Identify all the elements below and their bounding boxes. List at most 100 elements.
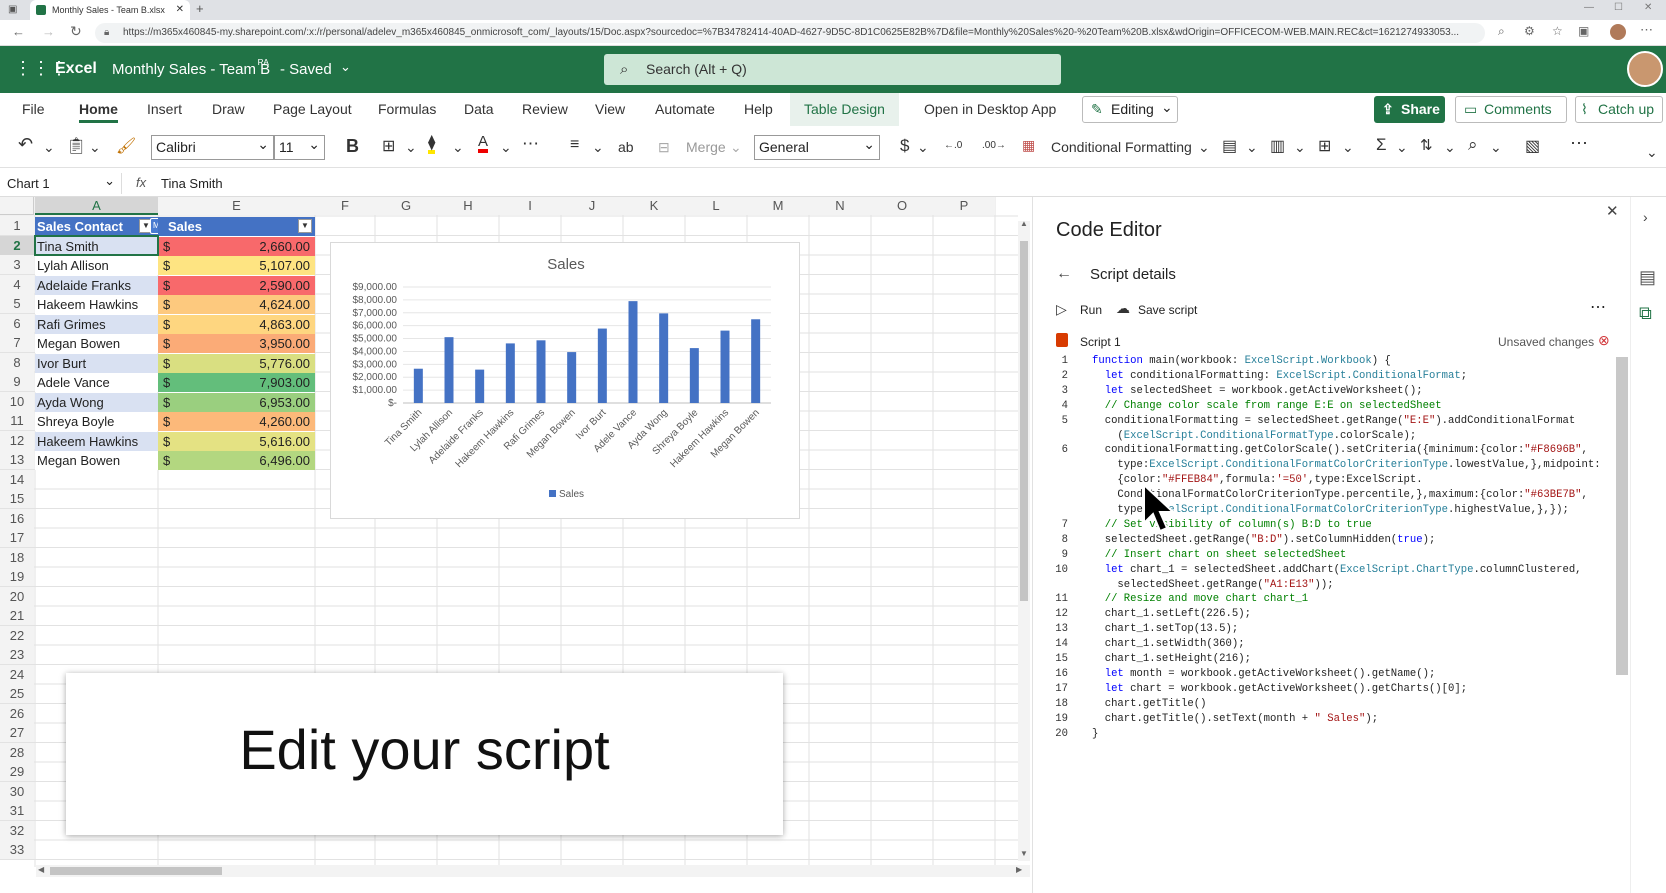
code-editor-icon[interactable]: ⧉ — [1639, 303, 1652, 324]
horizontal-scroll-thumb[interactable] — [50, 867, 222, 875]
title-chevron-down-icon[interactable]: ⌄ — [340, 59, 351, 75]
row-header-2[interactable]: 2 — [0, 235, 34, 255]
column-header-m[interactable]: M — [747, 197, 809, 215]
sort-chevron-down-icon[interactable]: ⌄ — [1444, 139, 1456, 156]
column-header-h[interactable]: H — [437, 197, 499, 215]
row-header-17[interactable]: 17 — [0, 528, 34, 547]
row-header-28[interactable]: 28 — [0, 742, 34, 762]
cell-sales-value[interactable]: $7,903.00 — [158, 373, 315, 392]
code-line[interactable]: let selectedSheet = workbook.getActiveWo… — [1092, 385, 1423, 397]
row-header-23[interactable]: 23 — [0, 645, 34, 664]
cell-sales-contact[interactable]: Shreya Boyle — [35, 412, 158, 431]
profile-avatar[interactable] — [1610, 24, 1626, 40]
extensions-icon[interactable]: ⚙ — [1524, 24, 1535, 38]
undo-chevron-down-icon[interactable]: ⌄ — [43, 139, 55, 156]
code-line[interactable]: chart_1.setTop(13.5); — [1092, 623, 1239, 635]
scroll-left-icon[interactable]: ◀ — [38, 865, 44, 874]
row-header-27[interactable]: 27 — [0, 723, 34, 742]
back-arrow-icon[interactable]: ← — [1056, 265, 1072, 283]
autosum-chevron-down-icon[interactable]: ⌄ — [1396, 139, 1408, 156]
close-tab-icon[interactable]: ✕ — [176, 0, 184, 20]
conditional-formatting-chevron-down-icon[interactable]: ⌄ — [1198, 139, 1210, 156]
row-header-22[interactable]: 22 — [0, 625, 34, 645]
cell-sales-contact[interactable]: Adelaide Franks — [35, 275, 158, 295]
code-area[interactable]: 1 function main(workbook: ExcelScript.Wor… — [1040, 355, 1620, 765]
undo-icon[interactable]: ↶ — [18, 134, 33, 155]
catch-up-button[interactable]: ⌇ Catch up — [1575, 96, 1663, 123]
more-options-icon[interactable]: ⋯ — [1570, 133, 1588, 154]
discard-changes-icon[interactable]: ⊗ — [1598, 332, 1610, 349]
column-header-a[interactable]: A — [35, 197, 158, 215]
header-cell-sales[interactable]: Sales — [158, 217, 315, 236]
name-box[interactable]: Chart 1 ⌄ — [4, 173, 122, 194]
row-header-7[interactable]: 7 — [0, 333, 34, 352]
paste-chevron-down-icon[interactable]: ⌄ — [89, 139, 101, 156]
reload-icon[interactable]: ↻ — [70, 23, 82, 40]
browser-menu-icon[interactable]: ⋯ — [1640, 22, 1653, 38]
row-header-31[interactable]: 31 — [0, 801, 34, 820]
font-color-icon[interactable]: A — [478, 134, 489, 153]
row-header-13[interactable]: 13 — [0, 450, 34, 469]
sales-chart[interactable]: Sales $9,000.00 $8,000.00 $7,000.00 $6,000.… — [330, 242, 800, 519]
scroll-right-icon[interactable]: ▶ — [1016, 865, 1022, 874]
code-line[interactable]: chart_1.setWidth(360); — [1092, 638, 1245, 650]
row-header-10[interactable]: 10 — [0, 391, 34, 411]
code-line[interactable]: } — [1092, 728, 1098, 740]
row-header-6[interactable]: 6 — [0, 313, 34, 333]
horizontal-scrollbar[interactable]: ◀ ▶ — [36, 865, 1030, 877]
scripts-gallery-icon[interactable]: ▤ — [1639, 267, 1656, 288]
analyze-data-icon[interactable]: ▧ — [1525, 136, 1540, 156]
forward-icon[interactable]: → — [42, 24, 55, 39]
row-header-21[interactable]: 21 — [0, 606, 34, 625]
tab-help[interactable]: Help — [744, 101, 773, 117]
tab-review[interactable]: Review — [522, 101, 568, 117]
find-chevron-down-icon[interactable]: ⌄ — [1490, 139, 1502, 156]
code-line[interactable]: // Set visibility of column(s) B:D to tr… — [1092, 519, 1372, 531]
cell-sales-value[interactable]: $3,950.00 — [158, 334, 315, 353]
scroll-down-icon[interactable]: ▼ — [1020, 849, 1028, 858]
row-header-11[interactable]: 11 — [0, 411, 34, 430]
sort-filter-icon[interactable]: ⇅ — [1420, 136, 1433, 154]
align-icon[interactable]: ≡ — [570, 136, 579, 154]
column-header-i[interactable]: I — [499, 197, 561, 215]
code-line[interactable]: let chart = workbook.getActiveWorksheet(… — [1092, 683, 1467, 695]
cell-sales-value[interactable]: $2,660.00 — [158, 236, 315, 256]
align-chevron-down-icon[interactable]: ⌄ — [592, 139, 604, 156]
code-line[interactable]: let conditionalFormatting: ExcelScript.C… — [1092, 370, 1467, 382]
row-header-15[interactable]: 15 — [0, 489, 34, 508]
column-header-l[interactable]: L — [685, 197, 747, 215]
browser-tab[interactable]: Monthly Sales - Team B.xlsx ✕ — [30, 0, 190, 20]
row-header-19[interactable]: 19 — [0, 567, 34, 586]
conditional-formatting-button[interactable]: Conditional Formatting — [1051, 139, 1192, 155]
cell-sales-contact[interactable]: Ayda Wong — [35, 392, 158, 412]
close-pane-icon[interactable]: ✕ — [1606, 202, 1619, 220]
tab-formulas[interactable]: Formulas — [378, 101, 436, 117]
code-line[interactable]: type:ExcelScript.ConditionalFormatColorC… — [1092, 459, 1600, 471]
row-header-14[interactable]: 14 — [0, 469, 34, 489]
code-line[interactable]: let chart_1 = selectedSheet.addChart(Exc… — [1092, 564, 1582, 576]
currency-button[interactable]: $ — [900, 136, 909, 156]
cell-sales-value[interactable]: $2,590.00 — [158, 275, 315, 295]
row-header-33[interactable]: 33 — [0, 840, 34, 859]
row-header-26[interactable]: 26 — [0, 703, 34, 723]
cell-sales-value[interactable]: $5,107.00 — [158, 256, 315, 275]
tab-home[interactable]: Home — [79, 101, 118, 123]
cell-sales-contact[interactable]: Megan Bowen — [35, 451, 158, 470]
cell-sales-value[interactable]: $4,863.00 — [158, 314, 315, 334]
code-line[interactable]: chart_1.setLeft(226.5); — [1092, 608, 1251, 620]
cell-sales-value[interactable]: $4,624.00 — [158, 295, 315, 314]
search-box[interactable]: ⌕ Search (Alt + Q) — [604, 54, 1061, 85]
editing-mode-button[interactable]: ✎ Editing ⌄ — [1082, 96, 1178, 123]
column-header-f[interactable]: F — [315, 197, 375, 215]
code-line[interactable]: conditionalFormatting = selectedSheet.ge… — [1092, 415, 1575, 427]
code-line[interactable]: selectedSheet.getRange("A1:E13")); — [1092, 579, 1333, 591]
borders-icon[interactable]: ⊞ — [382, 136, 395, 156]
tab-actions-icon[interactable]: ▣ — [8, 4, 17, 15]
new-tab-icon[interactable]: + — [196, 1, 204, 16]
row-header-20[interactable]: 20 — [0, 586, 34, 606]
code-line[interactable]: selectedSheet.getRange("B:D").setColumnH… — [1092, 534, 1436, 546]
autosum-icon[interactable]: Σ — [1376, 135, 1387, 155]
row-header-18[interactable]: 18 — [0, 547, 34, 567]
cell-sales-contact[interactable]: Rafi Grimes — [35, 314, 158, 334]
font-color-chevron-down-icon[interactable]: ⌄ — [500, 139, 512, 156]
